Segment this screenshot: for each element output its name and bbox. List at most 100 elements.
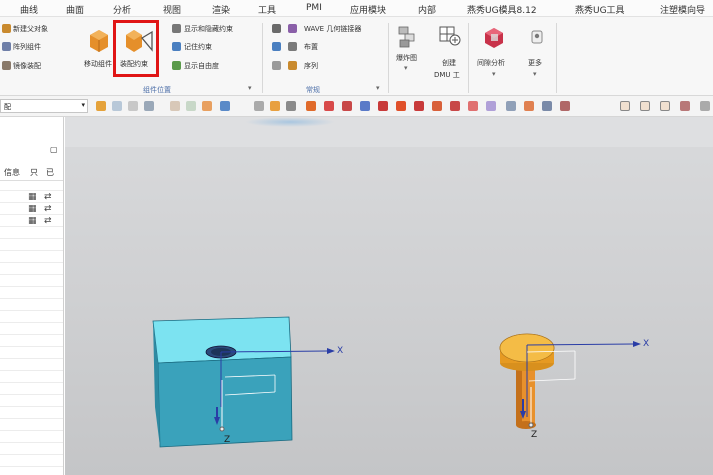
general-dropdown-icon[interactable]: ▾ bbox=[376, 84, 380, 92]
menu-view[interactable]: 视图 bbox=[163, 3, 181, 16]
snap-vertex-icon[interactable] bbox=[560, 101, 570, 111]
select-component-icon[interactable] bbox=[170, 101, 180, 111]
menu-yanxiu-mold[interactable]: 燕秀UG模具8.12 bbox=[467, 3, 537, 16]
snap-control-icon[interactable] bbox=[342, 101, 352, 111]
column-info-header[interactable]: 信息 bbox=[4, 167, 20, 178]
scene-graphics bbox=[152, 316, 641, 448]
clearance-dropdown-icon[interactable]: ▾ bbox=[492, 70, 496, 78]
table-row bbox=[0, 240, 63, 251]
snap-center-icon[interactable] bbox=[378, 101, 388, 111]
arrange-icon bbox=[288, 42, 297, 51]
clearance-analysis-icon bbox=[485, 28, 503, 48]
row-save-icon: ▦ bbox=[28, 204, 37, 214]
table-row[interactable]: ▦ ⇄ bbox=[0, 192, 63, 203]
arrange-button[interactable]: 布置 bbox=[304, 42, 318, 52]
snap-face-icon[interactable] bbox=[468, 101, 478, 111]
table-row bbox=[0, 276, 63, 287]
select-filter-icon[interactable] bbox=[96, 101, 106, 111]
explode-dropdown-icon[interactable]: ▾ bbox=[404, 64, 408, 72]
table-row bbox=[0, 432, 63, 443]
show-hide-constraints-button[interactable]: 显示和隐藏约束 bbox=[184, 24, 233, 34]
table-row bbox=[0, 420, 63, 431]
show-dof-button[interactable]: 显示自由度 bbox=[184, 61, 219, 71]
snap-quadrant-icon[interactable] bbox=[396, 101, 406, 111]
view-top-icon[interactable] bbox=[640, 101, 650, 111]
highlight-box bbox=[113, 20, 159, 77]
snap-arc-icon[interactable] bbox=[524, 101, 534, 111]
arrange-left-icon bbox=[272, 42, 281, 51]
sequence-left-icon bbox=[272, 61, 281, 70]
view-right-icon[interactable] bbox=[660, 101, 670, 111]
table-row bbox=[0, 348, 63, 359]
snap-grid-icon[interactable] bbox=[542, 101, 552, 111]
menu-analysis[interactable]: 分析 bbox=[113, 3, 131, 16]
snap-bounded-icon[interactable] bbox=[506, 101, 516, 111]
explode-button[interactable]: 爆炸图 bbox=[396, 53, 417, 63]
table-row bbox=[0, 372, 63, 383]
view-front-icon[interactable] bbox=[620, 101, 630, 111]
table-row bbox=[0, 396, 63, 407]
pin-x-axis-label: X bbox=[643, 339, 650, 349]
display-body-icon[interactable] bbox=[254, 101, 264, 111]
sequence-button[interactable]: 序列 bbox=[304, 61, 318, 71]
table-row[interactable]: ▦ ⇄ bbox=[0, 216, 63, 227]
remember-constraints-button[interactable]: 记住约束 bbox=[184, 42, 212, 52]
selection-filter-dropdown[interactable]: 配 ▾ bbox=[0, 99, 88, 113]
snap-tangent-icon[interactable] bbox=[414, 101, 424, 111]
snap-existing-icon[interactable] bbox=[432, 101, 442, 111]
select-all-icon[interactable] bbox=[112, 101, 122, 111]
wave-linker-button[interactable]: WAVE 几何链接器 bbox=[304, 24, 361, 34]
row-link-icon: ⇄ bbox=[44, 204, 52, 214]
select-edge-icon[interactable] bbox=[220, 101, 230, 111]
table-row[interactable]: ▦ ⇄ bbox=[0, 204, 63, 215]
ribbon-separator bbox=[388, 23, 389, 93]
menu-tools[interactable]: 工具 bbox=[258, 3, 276, 16]
table-row bbox=[0, 444, 63, 455]
snap-point-icon[interactable] bbox=[286, 101, 296, 111]
menu-curve[interactable]: 曲线 bbox=[20, 3, 38, 16]
snap-endpoint-icon[interactable] bbox=[306, 101, 316, 111]
create-dmu-button[interactable]: 创建 bbox=[442, 58, 456, 68]
snap-curve-icon[interactable] bbox=[450, 101, 460, 111]
snap-pole-icon[interactable] bbox=[486, 101, 496, 111]
array-component-button[interactable]: 阵列组件 bbox=[13, 42, 41, 52]
select-face-icon[interactable] bbox=[202, 101, 212, 111]
menu-mold-wizard[interactable]: 注塑模向导 bbox=[660, 3, 705, 16]
mirror-assembly-button[interactable]: 镜像装配 bbox=[13, 61, 41, 71]
table-row bbox=[0, 312, 63, 323]
group-dropdown-icon[interactable]: ▾ bbox=[248, 84, 252, 92]
ribbon-separator bbox=[262, 23, 263, 93]
graphics-viewport[interactable]: X Z X Z bbox=[65, 117, 713, 475]
snap-midpoint-icon[interactable] bbox=[324, 101, 334, 111]
menu-pmi[interactable]: PMI bbox=[306, 3, 322, 13]
display-face-icon[interactable] bbox=[270, 101, 280, 111]
menu-surface[interactable]: 曲面 bbox=[66, 3, 84, 16]
clearance-analysis-button[interactable]: 间隙分析 bbox=[477, 58, 505, 68]
new-parent-button[interactable]: 新建父对象 bbox=[13, 24, 48, 34]
table-row bbox=[0, 300, 63, 311]
panel-restore-icon[interactable]: ▢ bbox=[50, 145, 58, 154]
move-component-icon bbox=[90, 30, 108, 52]
wave-linker-icon bbox=[288, 24, 297, 33]
deselect-icon[interactable] bbox=[128, 101, 138, 111]
move-component-button[interactable]: 移动组件 bbox=[84, 59, 112, 69]
table-row bbox=[0, 252, 63, 263]
snap-intersection-icon[interactable] bbox=[360, 101, 370, 111]
column-modified-header[interactable]: 已 bbox=[46, 167, 54, 178]
snap-settings-icon[interactable] bbox=[144, 101, 154, 111]
menu-internal[interactable]: 内部 bbox=[418, 3, 436, 16]
dmu-tool-label: DMU 工 bbox=[434, 71, 460, 79]
menu-applications[interactable]: 应用模块 bbox=[350, 3, 386, 16]
column-readonly-header[interactable]: 只 bbox=[30, 167, 38, 178]
select-body-icon[interactable] bbox=[186, 101, 196, 111]
menu-render[interactable]: 渲染 bbox=[212, 3, 230, 16]
overflow-icon[interactable] bbox=[700, 101, 710, 111]
more-dropdown-icon[interactable]: ▾ bbox=[533, 70, 537, 78]
remember-constraints-icon bbox=[172, 42, 181, 51]
group-general: 常规 bbox=[306, 86, 320, 94]
menu-yanxiu-tools[interactable]: 燕秀UG工具 bbox=[575, 3, 625, 16]
render-style-icon[interactable] bbox=[680, 101, 690, 111]
more-button[interactable]: 更多 bbox=[528, 58, 542, 68]
block-z-axis-label: Z bbox=[224, 435, 231, 445]
more-icon bbox=[531, 30, 543, 44]
